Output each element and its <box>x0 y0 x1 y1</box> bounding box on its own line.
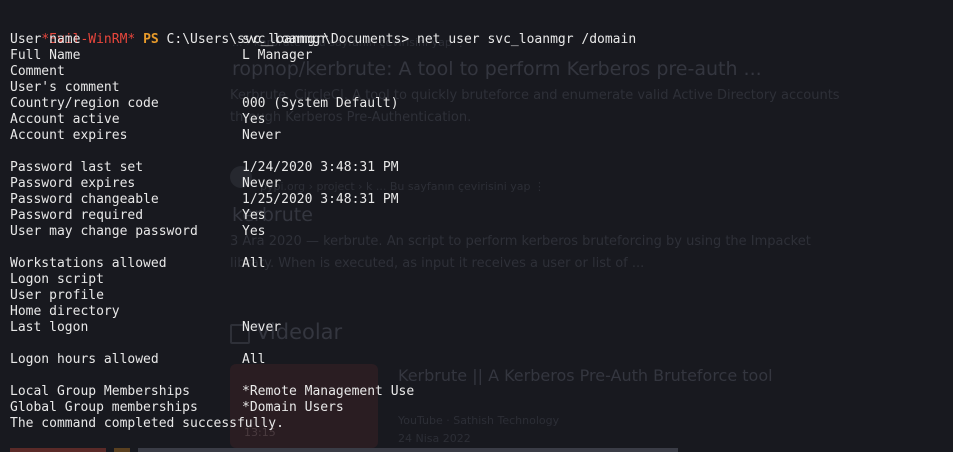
row-label: Full Name <box>10 48 81 63</box>
row-value: Never <box>242 320 282 335</box>
row-value: L Manager <box>242 48 313 63</box>
row-label: User's comment <box>10 80 120 95</box>
row-value: All <box>242 352 266 367</box>
row-label: Local Group Memberships <box>10 384 191 399</box>
row-label: Password changeable <box>10 192 159 207</box>
row-value: Yes <box>242 208 266 223</box>
completion-message: The command completed successfully. <box>10 416 284 431</box>
row-label: Password last set <box>10 160 144 175</box>
row-label: Home directory <box>10 304 120 319</box>
command-text: net user svc_loanmgr /domain <box>417 32 637 47</box>
row-value: All <box>242 256 266 271</box>
row-value: *Remote Management Use <box>242 384 415 399</box>
terminal-window[interactable]: *Evil-WinRM* PS C:\Users\svc_loanmgr\Doc… <box>0 0 953 452</box>
row-label: Account active <box>10 112 120 127</box>
row-label: Workstations allowed <box>10 256 167 271</box>
row-label: Last logon <box>10 320 89 335</box>
row-label: Logon hours allowed <box>10 352 159 367</box>
row-value: 000 (System Default) <box>242 96 399 111</box>
row-label: Global Group memberships <box>10 400 198 415</box>
row-label: Country/region code <box>10 96 159 111</box>
row-label: User may change password <box>10 224 198 239</box>
row-label: Logon script <box>10 272 104 287</box>
row-label: User name <box>10 32 81 47</box>
row-value: Yes <box>242 224 266 239</box>
row-value: 1/25/2020 3:48:31 PM <box>242 192 399 207</box>
row-value: Yes <box>242 112 266 127</box>
prompt-line: *Evil-WinRM* PS C:\Users\svc_loanmgr\Doc… <box>10 16 636 47</box>
next-prompt-line-partial <box>10 444 690 452</box>
row-value: 1/24/2020 3:48:31 PM <box>242 160 399 175</box>
row-label: Password expires <box>10 176 136 191</box>
row-label: User profile <box>10 288 104 303</box>
row-value: *Domain Users <box>242 400 344 415</box>
row-value: Never <box>242 128 282 143</box>
powershell-label: PS <box>143 32 159 47</box>
row-value: Never <box>242 176 282 191</box>
row-label: Account expires <box>10 128 128 143</box>
row-label: Comment <box>10 64 65 79</box>
row-label: Password required <box>10 208 144 223</box>
row-value: svc_loanmgr <box>242 32 329 47</box>
